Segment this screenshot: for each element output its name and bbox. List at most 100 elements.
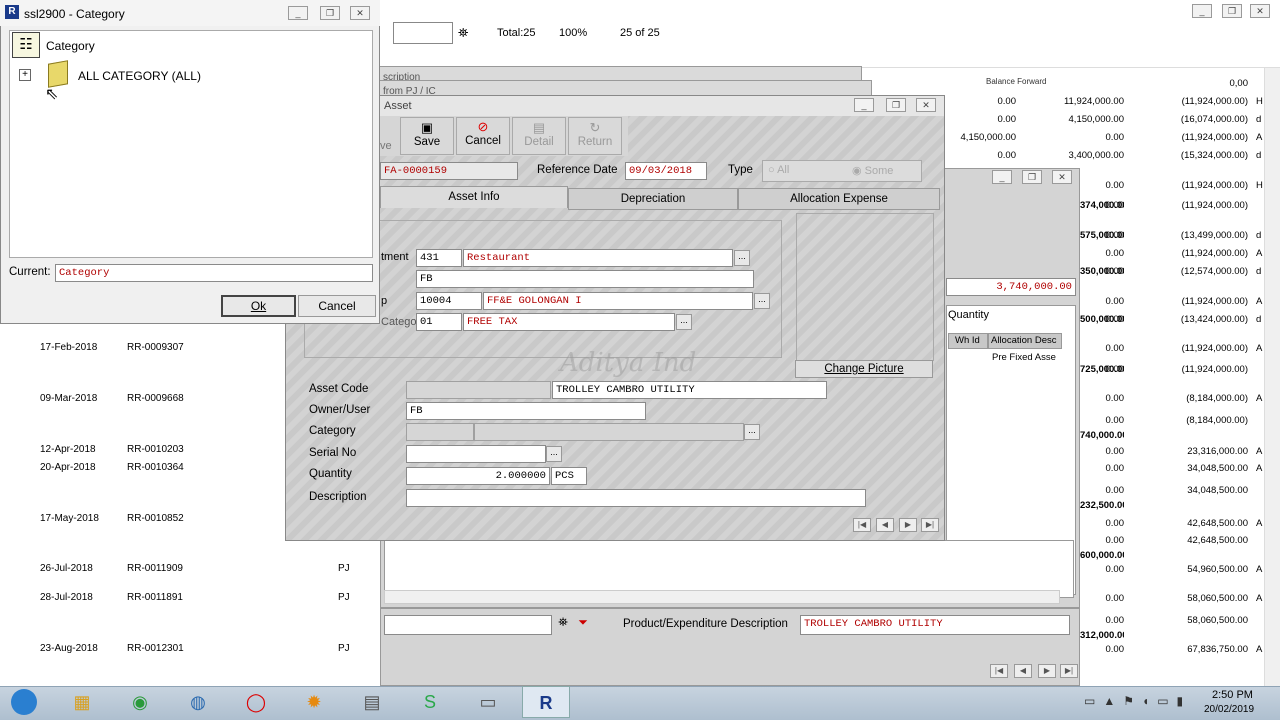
expand-icon[interactable]: + xyxy=(19,69,31,81)
media-taskbar-icon[interactable]: ▭ xyxy=(464,686,512,718)
ledger-col-d: (11,924,000.00) xyxy=(1181,343,1248,354)
asset-next-button[interactable]: ▶ xyxy=(899,518,917,532)
calculator-taskbar-icon[interactable]: ▤ xyxy=(348,686,396,718)
category-browse-button[interactable]: ... xyxy=(744,424,760,440)
category-close-button[interactable]: ✕ xyxy=(350,6,370,20)
quantity-field[interactable]: 2.000000 xyxy=(406,467,550,485)
change-picture-button[interactable]: Change Picture xyxy=(795,360,933,378)
sub-department-field[interactable]: FB xyxy=(416,270,754,288)
product-last-button[interactable]: ▶| xyxy=(1060,664,1078,678)
row-date: 17-Feb-2018 xyxy=(40,342,98,353)
chrome-taskbar-icon[interactable]: ◉ xyxy=(116,686,164,718)
asset-prev-button[interactable]: ◀ xyxy=(876,518,894,532)
serial-field[interactable] xyxy=(406,445,546,463)
detail-button[interactable]: ▤ Detail xyxy=(512,117,566,155)
maximize-button[interactable]: ❐ xyxy=(1222,4,1242,18)
product-next-button[interactable]: ▶ xyxy=(1038,664,1056,678)
ledger-col-e: A xyxy=(1256,564,1263,575)
ledger-col-e: d xyxy=(1256,230,1262,241)
zoom-level: 100% xyxy=(559,27,588,39)
asset-first-button[interactable]: |◀ xyxy=(853,518,871,532)
department-name-field[interactable]: Restaurant xyxy=(463,249,733,267)
ledger-col-e: A xyxy=(1256,132,1263,143)
product-first-button[interactable]: |◀ xyxy=(990,664,1008,678)
detail-minimize-button[interactable]: _ xyxy=(992,170,1012,184)
ledger-col-d: 58,060,500.00 xyxy=(1187,615,1248,626)
opera-taskbar-icon[interactable]: ◯ xyxy=(232,686,280,718)
owner-field[interactable]: FB xyxy=(406,402,646,420)
ledger-col-d: 54,960,500.00 xyxy=(1187,564,1248,575)
asset-code-field[interactable] xyxy=(406,381,551,399)
ledger-col-d: (11,924,000.00) xyxy=(1181,96,1248,107)
asset-minimize-button[interactable]: _ xyxy=(854,98,874,112)
category-minimize-button[interactable]: _ xyxy=(288,6,308,20)
reference-date-field[interactable]: 09/03/2018 xyxy=(625,162,707,180)
category-lookup-button[interactable]: ... xyxy=(676,314,692,330)
type-all-label: All xyxy=(777,164,790,176)
asset-number-field[interactable]: FA-0000159 xyxy=(380,162,518,180)
ledger-col-d: (8,184,000.00) xyxy=(1186,415,1248,426)
category-maximize-button[interactable]: ❐ xyxy=(320,6,340,20)
reference-date-label: Reference Date xyxy=(537,164,618,176)
product-search-input[interactable] xyxy=(384,615,552,635)
row-ref: RR-0009668 xyxy=(127,393,184,404)
tab-depreciation[interactable]: Depreciation xyxy=(568,188,738,210)
ok-button[interactable]: Ok xyxy=(221,295,296,317)
ledger-col-e: A xyxy=(1256,644,1263,655)
product-prev-button[interactable]: ◀ xyxy=(1014,664,1032,678)
category-cancel-button[interactable]: Cancel xyxy=(298,295,376,317)
type-some-radio[interactable]: ◉ Some xyxy=(852,164,893,177)
return-button[interactable]: ↻ Return xyxy=(568,117,622,155)
cancel-button[interactable]: ⊘ Cancel xyxy=(456,117,510,155)
ledger-col-a: 312,000.00 xyxy=(1080,630,1124,641)
minimize-button[interactable]: _ xyxy=(1192,4,1212,18)
product-desc-field[interactable]: TROLLEY CAMBRO UTILITY xyxy=(800,615,1070,635)
horizontal-scrollbar[interactable] xyxy=(384,590,1060,604)
detail-value-field[interactable]: 3,740,000.00 xyxy=(946,278,1076,296)
asset-close-button[interactable]: ✕ xyxy=(916,98,936,112)
search-field[interactable] xyxy=(393,22,453,44)
product-binoculars-icon[interactable]: ⛯ xyxy=(554,615,572,635)
category-code-field[interactable]: 01 xyxy=(416,313,462,331)
category-desc-field[interactable] xyxy=(474,423,744,441)
settings-taskbar-icon[interactable]: ✹ xyxy=(290,686,338,718)
product-filter-icon[interactable]: ⏷ xyxy=(574,615,592,635)
close-button[interactable]: ✕ xyxy=(1250,4,1270,18)
category-name-field[interactable]: FREE TAX xyxy=(463,313,675,331)
type-all-radio[interactable]: ○ All xyxy=(768,164,789,176)
spreadsheet-taskbar-icon[interactable]: S xyxy=(406,686,454,718)
tree-node-all-category[interactable]: ALL CATEGORY (ALL) xyxy=(78,69,201,83)
tab-asset-info[interactable]: Asset Info xyxy=(380,186,568,208)
windows-logo-icon xyxy=(11,689,37,715)
category-field[interactable] xyxy=(406,423,474,441)
category-dialog-title: ssl2900 - Category xyxy=(24,7,125,21)
save-button[interactable]: ▣ Save xyxy=(400,117,454,155)
binoculars-icon[interactable]: ⛯ xyxy=(458,25,468,41)
alloc-value: Pre Fixed Asse xyxy=(992,352,1056,363)
asset-maximize-button[interactable]: ❐ xyxy=(886,98,906,112)
detail-close-button[interactable]: ✕ xyxy=(1052,170,1072,184)
ledger-col-e: d xyxy=(1256,150,1262,161)
unit-field[interactable]: PCS xyxy=(551,467,587,485)
row-date: 28-Jul-2018 xyxy=(40,592,93,603)
department-code-field[interactable]: 431 xyxy=(416,249,462,267)
vertical-scrollbar[interactable] xyxy=(1264,68,1280,686)
asset-last-button[interactable]: ▶| xyxy=(921,518,939,532)
current-field[interactable]: Category xyxy=(55,264,373,282)
start-button[interactable] xyxy=(2,686,46,718)
ledger-col-b: 0.00 xyxy=(997,150,1017,161)
asset-name-field[interactable]: TROLLEY CAMBRO UTILITY xyxy=(552,381,827,399)
explorer-taskbar-icon[interactable]: ▦ xyxy=(58,686,106,718)
group-code-field[interactable]: 10004 xyxy=(416,292,482,310)
owner-label: Owner/User xyxy=(309,404,371,416)
group-name-field[interactable]: FF&E GOLONGAN I xyxy=(483,292,753,310)
detail-maximize-button[interactable]: ❐ xyxy=(1022,170,1042,184)
app-taskbar-icon[interactable]: R xyxy=(522,686,570,718)
serial-browse-button[interactable]: ... xyxy=(546,446,562,462)
department-lookup-button[interactable]: ... xyxy=(734,250,750,266)
tab-allocation-expense[interactable]: Allocation Expense xyxy=(738,188,940,210)
group-lookup-button[interactable]: ... xyxy=(754,293,770,309)
row-type: PJ xyxy=(338,563,350,574)
description-field[interactable] xyxy=(406,489,866,507)
thunderbird-taskbar-icon[interactable]: ◍ xyxy=(174,686,222,718)
